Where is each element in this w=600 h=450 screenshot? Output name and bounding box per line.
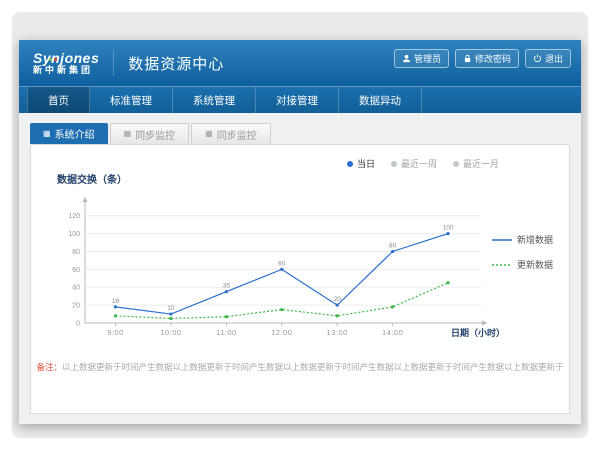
svg-text:80: 80	[389, 242, 397, 249]
change-password-button[interactable]: 修改密码	[455, 49, 519, 68]
series-line-icon	[492, 262, 512, 268]
svg-text:20: 20	[334, 296, 342, 303]
footnote: 备注：以上数据更新于时间产生数据以上数据更新于时间产生数据以上数据更新于时间产生…	[31, 361, 569, 373]
svg-text:13:00: 13:00	[327, 328, 348, 337]
change-password-button-label: 修改密码	[475, 52, 511, 65]
nav-item-3[interactable]: 系统管理	[173, 87, 256, 113]
svg-text:12:00: 12:00	[271, 328, 292, 337]
filter-label: 最近一周	[401, 157, 437, 170]
nav-item-5[interactable]: 数据异动	[339, 87, 422, 113]
series-legend-item-2[interactable]: 更新数据	[492, 258, 553, 271]
tab-3[interactable]: ▦ 同步监控	[191, 123, 271, 144]
logo-subtext: 新中新集团	[33, 65, 99, 76]
admin-button[interactable]: 管理员	[394, 49, 449, 68]
tab-label: 同步监控	[217, 127, 257, 142]
tab-2[interactable]: ▦同步监控	[110, 123, 190, 144]
svg-text:0: 0	[76, 321, 80, 328]
user-icon	[402, 54, 411, 63]
svg-text:100: 100	[68, 231, 80, 238]
main-nav: 首页标准管理系统管理对接管理数据异动	[19, 86, 581, 113]
range-filters: 当日 最近一周 最近一月	[347, 157, 499, 170]
tab-label: 同步监控	[135, 127, 175, 142]
brand-logo: Synjones 新中新集团	[33, 51, 114, 76]
filter-dot-icon	[391, 161, 397, 167]
svg-text:100: 100	[443, 225, 454, 232]
tab-grid-icon: ▦	[205, 130, 213, 138]
filter-label: 当日	[357, 157, 375, 170]
filter-dot-icon	[347, 161, 353, 167]
content-area: ▦系统介绍▦同步监控▦同步监控 当日最近一周最近一月 数据交换（条） 02040…	[19, 113, 581, 424]
lock-icon	[463, 54, 472, 63]
power-icon	[533, 54, 542, 63]
series-legend: 新增数据更新数据	[492, 233, 553, 271]
svg-text:10:00: 10:00	[160, 328, 181, 337]
filter-2[interactable]: 最近一周	[391, 157, 437, 170]
svg-text:60: 60	[72, 267, 80, 274]
app-window: Synjones 新中新集团 数据资源中心 管理员 修改密码 退出	[19, 40, 581, 424]
svg-text:120: 120	[68, 213, 80, 220]
tab-grid-icon: ▦	[43, 130, 51, 138]
series-legend-item-1[interactable]: 新增数据	[492, 233, 553, 246]
svg-text:9:00: 9:00	[107, 328, 124, 337]
series-legend-label: 新增数据	[517, 233, 553, 246]
svg-text:20: 20	[72, 303, 80, 310]
filter-label: 最近一月	[463, 157, 499, 170]
footnote-text: 以上数据更新于时间产生数据以上数据更新于时间产生数据以上数据更新于时间产生数据以…	[62, 362, 564, 372]
svg-text:10: 10	[167, 305, 175, 312]
app-header: Synjones 新中新集团 数据资源中心 管理员 修改密码 退出	[19, 40, 581, 86]
filter-1[interactable]: 当日	[347, 157, 375, 170]
series-legend-label: 更新数据	[517, 258, 553, 271]
tab-grid-icon: ▦	[124, 130, 132, 138]
tab-bar: ▦系统介绍▦同步监控▦同步监控	[30, 123, 570, 144]
svg-text:35: 35	[223, 283, 231, 290]
svg-text:80: 80	[72, 249, 80, 256]
nav-item-2[interactable]: 标准管理	[90, 87, 173, 113]
logo-text: Synjones	[33, 51, 99, 65]
page-title: 数据资源中心	[128, 53, 224, 74]
logo-accent-dots	[49, 48, 59, 66]
svg-text:40: 40	[72, 285, 80, 292]
logout-button[interactable]: 退出	[525, 49, 571, 68]
admin-button-label: 管理员	[414, 52, 441, 65]
tab-1[interactable]: ▦ 系统介绍	[30, 123, 108, 144]
svg-text:60: 60	[278, 260, 286, 267]
line-chart: 0 20 40 60 80 100 120 9:00 10:00 11:00 12:00 13:00 1…	[55, 189, 507, 351]
logout-button-label: 退出	[545, 52, 563, 65]
filter-3[interactable]: 最近一月	[453, 157, 499, 170]
svg-text:日期（小时）: 日期（小时）	[451, 327, 505, 338]
y-axis-title: 数据交换（条）	[57, 171, 127, 186]
nav-item-4[interactable]: 对接管理	[256, 87, 339, 113]
tab-label: 系统介绍	[55, 126, 95, 141]
filter-dot-icon	[453, 161, 459, 167]
header-actions: 管理员 修改密码 退出	[394, 49, 571, 68]
svg-text:11:00: 11:00	[216, 328, 237, 337]
footnote-prefix: 备注：	[36, 362, 62, 372]
nav-item-1[interactable]: 首页	[27, 87, 90, 113]
svg-text:18: 18	[112, 298, 120, 305]
chart-panel: 当日 最近一周 最近一月 数据交换（条） 0 20 40 60 80 100 120 9:00 10…	[30, 144, 570, 414]
series-line-icon	[492, 237, 512, 243]
svg-text:14:00: 14:00	[382, 328, 403, 337]
